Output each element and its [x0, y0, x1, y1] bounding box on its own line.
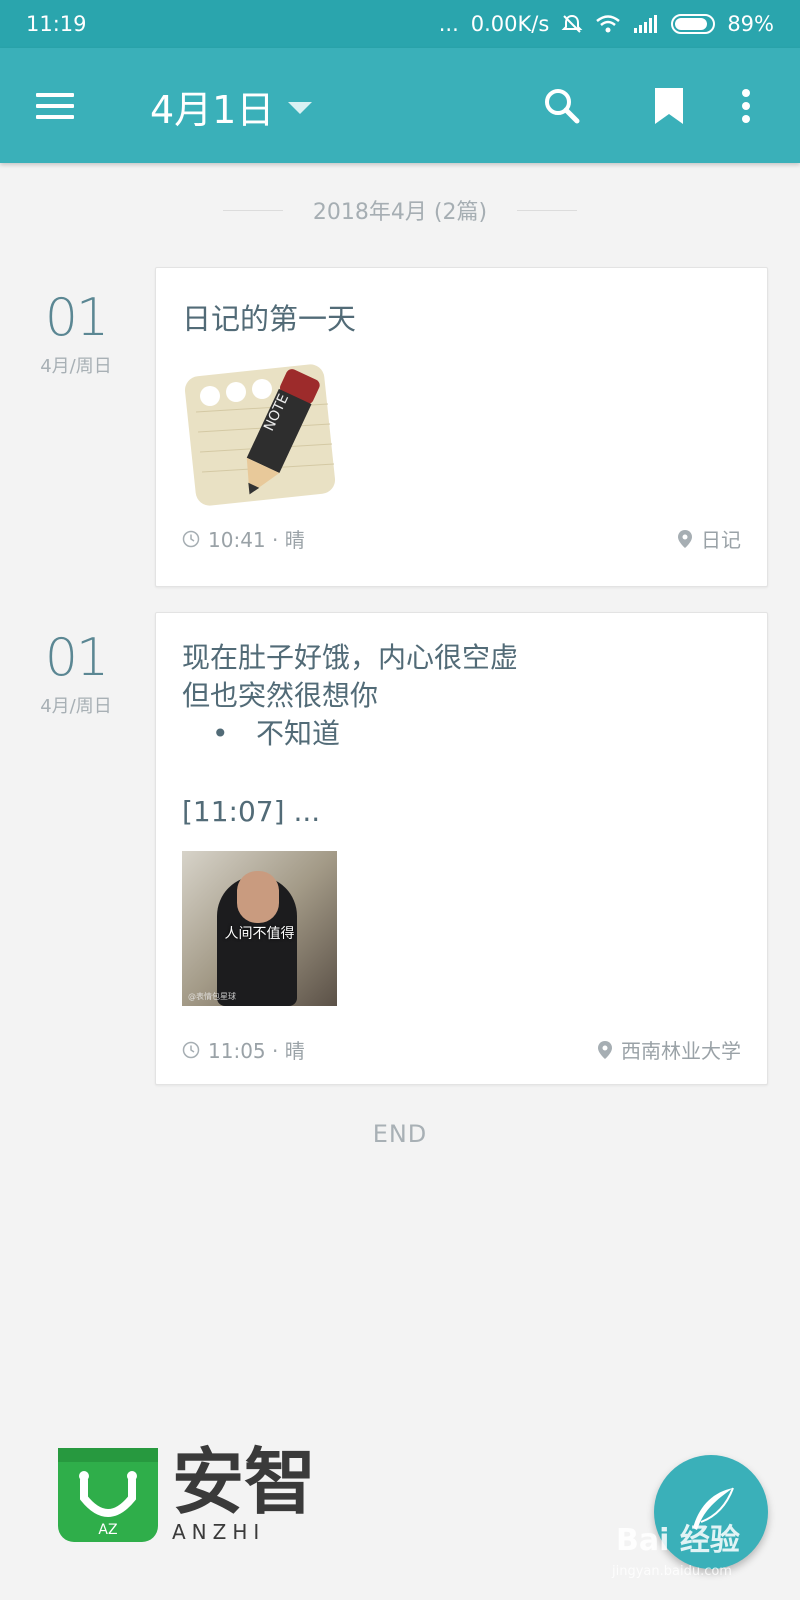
location-pin-icon: [598, 1040, 612, 1059]
status-right: ... 0.00K/s 89%: [439, 12, 774, 36]
location-pin-icon: [678, 529, 692, 548]
photo-face: [237, 871, 279, 923]
baidu-watermark: Bai 经验: [616, 1523, 740, 1558]
entry-date: 01 4月/周日: [0, 632, 152, 718]
bullet-text: 不知道: [256, 717, 341, 750]
battery-percent: 89%: [727, 12, 774, 36]
status-bar: 11:19 ... 0.00K/s 89%: [0, 0, 800, 48]
hamburger-menu-icon[interactable]: [36, 84, 80, 128]
month-header-label: 2018年4月 (2篇): [312, 200, 488, 225]
diary-card[interactable]: 现在肚子好饿，内心很空虚 但也突然很想你 • 不知道 [11:07] ... 人…: [155, 612, 768, 1085]
date-selector[interactable]: 4月1日: [150, 78, 313, 134]
wifi-icon: [595, 14, 621, 34]
signal-icon: [633, 14, 659, 34]
month-header: 2018年4月 (2篇): [0, 190, 800, 230]
battery-icon: [671, 14, 716, 34]
bookmark-icon[interactable]: [643, 80, 695, 132]
shopping-bag-icon: AZ: [58, 1448, 158, 1542]
baidu-watermark-url: jingyan.baidu.com: [612, 1564, 732, 1579]
meme-photo[interactable]: 人间不值得 @表情包星球: [182, 851, 337, 1006]
status-dots: ...: [438, 12, 459, 36]
entry-location: 西南林业大学: [597, 1035, 741, 1064]
entry-weekday: 4月/周日: [40, 356, 112, 377]
entry-meta: 10:41 · 晴 日记: [182, 524, 741, 553]
entry-timestamp: [11:07] ...: [182, 795, 321, 828]
page-title: 4月1日: [150, 87, 275, 132]
mute-alarm-icon: [561, 13, 583, 35]
entry-time-text: 11:05 · 晴: [208, 1039, 305, 1063]
note-app-image: NOTE: [182, 352, 342, 512]
status-time: 11:19: [26, 12, 87, 36]
entry-time: 10:41 · 晴: [182, 524, 305, 553]
entry-date: 01 4月/周日: [0, 292, 152, 378]
network-speed: 0.00K/s: [470, 12, 550, 36]
entry-weekday: 4月/周日: [40, 696, 112, 717]
photo-caption: 人间不值得: [224, 926, 295, 942]
logo-chinese: 安智: [172, 1440, 317, 1524]
search-icon[interactable]: [536, 80, 588, 132]
diary-card[interactable]: 日记的第一天 NOTE 10:41 · 晴 日记: [155, 267, 768, 587]
entry-time-text: 10:41 · 晴: [208, 528, 305, 552]
photo-watermark: @表情包星球: [188, 992, 236, 1001]
logo-text: 安智 ANZHI: [172, 1446, 316, 1544]
svg-text:AZ: AZ: [98, 1522, 117, 1538]
entry-line: 现在肚子好饿，内心很空虚: [182, 641, 519, 674]
clock-icon: [182, 530, 200, 547]
entry-title: 日记的第一天: [182, 302, 357, 336]
app-bar: 4月1日: [0, 48, 800, 163]
entry-location: 日记: [677, 524, 741, 553]
more-vertical-icon[interactable]: [728, 80, 764, 132]
entry-line: 但也突然很想你: [182, 679, 379, 712]
logo-english: ANZHI: [172, 1520, 266, 1544]
anzhi-logo: AZ 安智 ANZHI: [58, 1446, 316, 1544]
end-label: END: [372, 1120, 428, 1148]
divider: [517, 209, 578, 211]
clock-icon: [182, 1041, 200, 1058]
entry-location-text: 日记: [701, 528, 741, 552]
bullet-dot: •: [212, 717, 229, 750]
entry-day: 01: [44, 288, 109, 348]
entry-meta: 11:05 · 晴 西南林业大学: [182, 1035, 741, 1064]
chevron-down-icon: [288, 102, 313, 114]
divider: [222, 209, 283, 211]
entry-day: 01: [44, 628, 109, 688]
entry-location-text: 西南林业大学: [621, 1039, 741, 1063]
entry-time: 11:05 · 晴: [182, 1035, 305, 1064]
